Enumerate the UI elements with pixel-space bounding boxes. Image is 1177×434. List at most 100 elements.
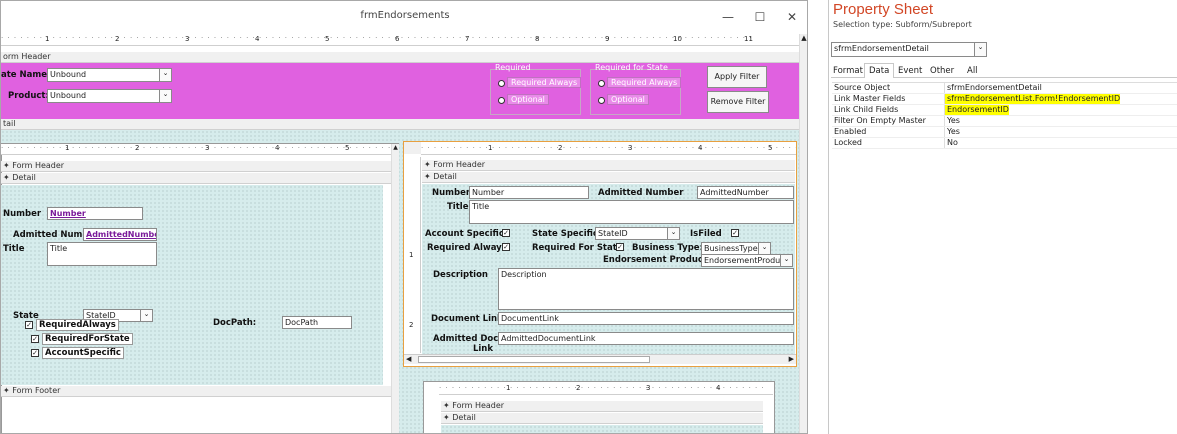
property-value[interactable]: Yes (944, 116, 960, 126)
property-value[interactable]: No (944, 138, 958, 148)
chevron-down-icon[interactable]: ⌄ (667, 228, 679, 239)
right-title-field[interactable]: Title (469, 200, 794, 224)
selection-type: Selection type: Subform/Subreport (833, 20, 972, 29)
business-type-label: Business Type: (632, 243, 703, 253)
radio-state-optional[interactable] (598, 97, 605, 104)
product-combo[interactable]: Unbound ⌄ (47, 89, 172, 103)
property-row[interactable]: Source Object sfrmEndorsementDetail (832, 83, 1177, 94)
endorsement-product-combo[interactable]: EndorsementProductI ⌄ (701, 254, 793, 267)
left-form-header-bar[interactable]: ✦ Form Header (1, 161, 391, 172)
left-number-field[interactable]: Number (47, 207, 143, 220)
left-subform-scrollbar[interactable]: ▲ (391, 144, 399, 433)
right-form-header-label: Form Header (433, 160, 486, 169)
pin-icon: ✦ (3, 386, 13, 395)
left-form-footer-bar[interactable]: ✦ Form Footer (1, 386, 391, 397)
ruler-tick: 3 (646, 384, 651, 392)
right-state-value: StateID (598, 229, 628, 238)
property-value[interactable]: sfrmEndorsementDetail (944, 83, 1042, 93)
apply-filter-button[interactable]: Apply Filter (707, 66, 767, 88)
right-title-label: Title (447, 202, 469, 212)
ruler-tick: 5 (325, 35, 330, 43)
property-row[interactable]: Filter On Empty Master Yes (832, 116, 1177, 127)
subform-corner (404, 142, 421, 154)
chevron-down-icon[interactable]: ⌄ (974, 43, 986, 56)
radio-required-always[interactable] (498, 80, 505, 87)
right-detail-label: Detail (433, 172, 457, 181)
maximize-button[interactable]: ☐ (747, 7, 773, 27)
property-value[interactable]: sfrmEndorsementList.Form!EndorsementID (944, 94, 1121, 104)
chevron-down-icon[interactable]: ⌄ (758, 243, 770, 254)
left-admitted-field[interactable]: AdmittedNumber (83, 228, 157, 241)
vertical-scrollbar[interactable]: ▲ (799, 34, 807, 433)
object-selector[interactable]: sfrmEndorsementDetail ⌄ (831, 42, 987, 57)
property-row[interactable]: Link Master Fields sfrmEndorsementList.F… (832, 94, 1177, 105)
state-optional-label: Optional (607, 94, 649, 105)
property-value[interactable]: Yes (944, 127, 960, 137)
scroll-left-icon[interactable]: ◀ (406, 355, 411, 363)
remove-filter-button[interactable]: Remove Filter (707, 91, 769, 113)
property-row[interactable]: Enabled Yes (832, 127, 1177, 138)
scroll-thumb[interactable] (418, 356, 650, 363)
right-detail-bar[interactable]: ✦ Detail (422, 172, 795, 183)
property-name: Enabled (834, 127, 867, 136)
right-state-combo[interactable]: StateID ⌄ (595, 227, 680, 240)
chevron-down-icon[interactable]: ⌄ (780, 255, 792, 266)
form-header-bar[interactable]: orm Header (1, 52, 799, 63)
radio-optional[interactable] (498, 97, 505, 104)
left-number-label: Number (3, 209, 42, 219)
detail-bar[interactable]: tail (1, 119, 799, 130)
ruler-tick: 7 (465, 35, 470, 43)
right-number-field[interactable]: Number (469, 186, 589, 199)
vruler-tick: 1 (409, 251, 414, 259)
chk-required-always-label: RequiredAlways (36, 319, 119, 331)
property-row[interactable]: Locked No (832, 138, 1177, 149)
tab-event[interactable]: Event (898, 66, 922, 76)
object-selector-value: sfrmEndorsementDetail (834, 44, 929, 53)
bottom-form-header-bar[interactable]: ✦ Form Header (441, 401, 763, 412)
property-value[interactable]: EndorsementID (944, 105, 1009, 115)
bottom-detail-bar[interactable]: ✦ Detail (441, 413, 763, 424)
chk-account-specific[interactable]: ✓ (31, 349, 39, 357)
document-link-field[interactable]: DocumentLink (498, 312, 794, 325)
left-detail-bar[interactable]: ✦ Detail (1, 173, 391, 184)
left-detail-label: Detail (12, 173, 36, 182)
chk-required-always[interactable]: ✓ (25, 321, 33, 329)
property-name: Source Object (834, 83, 891, 92)
tab-other[interactable]: Other (930, 66, 954, 76)
pin-icon: ✦ (3, 161, 13, 170)
chevron-down-icon[interactable]: ⌄ (159, 90, 171, 102)
bottom-subform-ruler: · · · · · · · · · · · · · · · · · · · · … (439, 384, 773, 395)
required-frame[interactable] (490, 69, 581, 115)
right-required-always-checkbox[interactable]: ✓ (502, 243, 510, 251)
ruler-tick: 9 (605, 35, 610, 43)
admitted-doc-field[interactable]: AdmittedDocumentLink (498, 332, 794, 345)
tab-data[interactable]: Data (864, 63, 895, 78)
chevron-down-icon[interactable]: ⌄ (159, 69, 171, 81)
scroll-right-icon[interactable]: ▶ (789, 355, 794, 363)
chevron-down-icon[interactable]: ⌄ (140, 310, 152, 321)
right-admitted-field[interactable]: AdmittedNumber (697, 186, 794, 199)
endorsement-product-label: Endorsement Product: (603, 255, 711, 265)
left-docpath-field[interactable]: DocPath (282, 316, 352, 329)
state-name-combo[interactable]: Unbound ⌄ (47, 68, 172, 82)
required-for-state-frame[interactable] (590, 69, 681, 115)
right-horizontal-scrollbar[interactable]: ◀ ▶ (404, 354, 796, 364)
tab-format[interactable]: Format (833, 66, 863, 76)
left-form-header-label: Form Header (12, 161, 65, 170)
description-field[interactable]: Description (498, 268, 794, 310)
right-form-header-bar[interactable]: ✦ Form Header (422, 160, 795, 171)
left-title-field[interactable]: Title (47, 242, 157, 266)
radio-state-required-always[interactable] (598, 80, 605, 87)
left-docpath-label: DocPath: (213, 318, 257, 328)
pin-icon: ✦ (424, 160, 434, 169)
right-required-for-state-checkbox[interactable]: ✓ (616, 243, 624, 251)
account-specific-checkbox[interactable]: ✓ (502, 229, 510, 237)
chk-required-for-state[interactable]: ✓ (31, 335, 39, 343)
close-button[interactable]: ✕ (779, 7, 805, 27)
minimize-button[interactable]: — (715, 7, 741, 27)
is-filed-checkbox[interactable]: ✓ (731, 229, 739, 237)
ruler-tick: 3 (628, 144, 633, 152)
right-subform-ruler: · · · · · · · · · · · · · · · · · · · · … (421, 144, 796, 155)
tab-all[interactable]: All (967, 66, 978, 76)
property-row[interactable]: Link Child Fields EndorsementID (832, 105, 1177, 116)
